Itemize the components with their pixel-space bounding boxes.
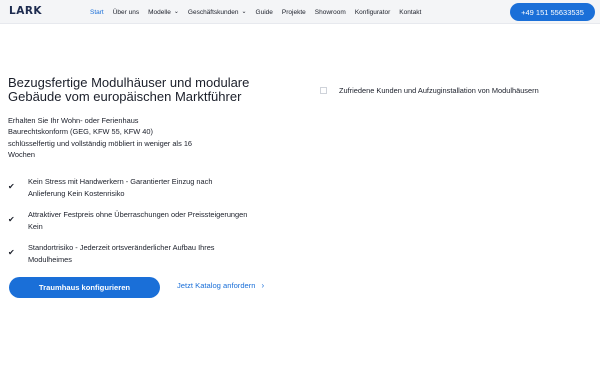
nav-item-start[interactable]: Start <box>90 9 104 16</box>
feature-text: Attraktiver Festpreis ohne Überraschunge… <box>28 209 308 233</box>
nav-item-label: Modelle <box>148 8 171 16</box>
phone-button[interactable]: +49 151 55633535 <box>510 3 595 21</box>
headline-line: Gebäude vom europäischen Marktführer <box>8 89 242 104</box>
logo[interactable]: LARK <box>9 5 42 17</box>
subtext-line: Erhalten Sie Ihr Wohn- oder Ferienhaus <box>8 116 139 125</box>
nav-item-modelle[interactable]: Modelle ⌄ <box>148 9 179 16</box>
feature-line: Modulheimes <box>28 254 72 264</box>
feature-line: Kein Stress mit Handwerkern - Garantiert… <box>28 177 213 186</box>
check-icon: ✔ <box>8 182 15 191</box>
nav-item-label: Über uns <box>112 8 140 16</box>
configure-house-button[interactable]: Traumhaus konfigurieren <box>9 277 160 298</box>
feature-item: ✔ Kein Stress mit Handwerkern - Garantie… <box>8 176 308 200</box>
nav-item-label: Start <box>90 8 104 16</box>
nav-item-label: Kontakt <box>399 8 422 16</box>
feature-line: Attraktiver Festpreis ohne Überraschunge… <box>28 210 248 219</box>
feature-text: Standortrisiko - Jederzeit ortsveränderl… <box>28 242 308 266</box>
chevron-down-icon: ⌄ <box>173 9 179 15</box>
headline-line: Bezugsfertige Modulhäuser und modulare <box>8 75 250 90</box>
nav-item-projekte[interactable]: Projekte <box>282 9 306 16</box>
broken-image-icon <box>320 87 327 94</box>
feature-line: Standortrisiko - Jederzeit ortsveränderl… <box>28 243 215 252</box>
feature-line: Anlieferung Kein Kostenrisiko <box>28 188 125 198</box>
request-catalog-link[interactable]: Jetzt Katalog anfordern › <box>177 281 264 290</box>
check-icon: ✔ <box>8 215 15 224</box>
nav-item-label: Projekte <box>281 8 306 16</box>
feature-text: Kein Stress mit Handwerkern - Garantiert… <box>28 176 308 200</box>
chevron-right-icon: › <box>261 281 265 290</box>
feature-item: ✔ Standortrisiko - Jederzeit ortsverände… <box>8 242 308 266</box>
nav-item-ueber-uns[interactable]: Über uns <box>113 9 139 16</box>
subtext-line: Baurechtskonform (GEG, KFW 55, KFW 40) <box>8 127 153 137</box>
nav-item-label: Geschäftskunden <box>187 8 239 16</box>
chevron-down-icon: ⌄ <box>241 9 247 15</box>
nav-item-showroom[interactable]: Showroom <box>315 9 346 16</box>
catalog-link-label: Jetzt Katalog anfordern <box>177 281 256 290</box>
hero-image-alt-text: Zufriedene Kunden und Aufzuginstallation… <box>339 86 539 95</box>
nav-item-kontakt[interactable]: Kontakt <box>399 9 421 16</box>
nav-item-konfigurator[interactable]: Konfigurator <box>355 9 390 16</box>
nav-item-label: Guide <box>255 8 273 16</box>
hero-headline: Bezugsfertige Modulhäuser und modulare G… <box>8 76 308 104</box>
hero-subtext: Erhalten Sie Ihr Wohn- oder Ferienhaus B… <box>8 115 268 160</box>
feature-item: ✔ Attraktiver Festpreis ohne Überraschun… <box>8 209 308 233</box>
nav-item-guide[interactable]: Guide <box>256 9 273 16</box>
nav-item-label: Konfigurator <box>354 8 391 16</box>
hero-image: Zufriedene Kunden und Aufzuginstallation… <box>320 86 539 95</box>
subtext-line: schlüsselfertig und vollständig möbliert… <box>8 138 193 148</box>
site-header: LARK Start Über uns Modelle ⌄ Geschäftsk… <box>0 0 600 24</box>
nav-item-label: Showroom <box>314 8 346 16</box>
subtext-line: Wochen <box>8 149 35 159</box>
feature-line: Kein <box>28 221 43 231</box>
main-nav: Start Über uns Modelle ⌄ Geschäftskunden… <box>90 0 430 24</box>
check-icon: ✔ <box>8 248 15 257</box>
nav-item-geschaeftskunden[interactable]: Geschäftskunden ⌄ <box>188 9 247 16</box>
